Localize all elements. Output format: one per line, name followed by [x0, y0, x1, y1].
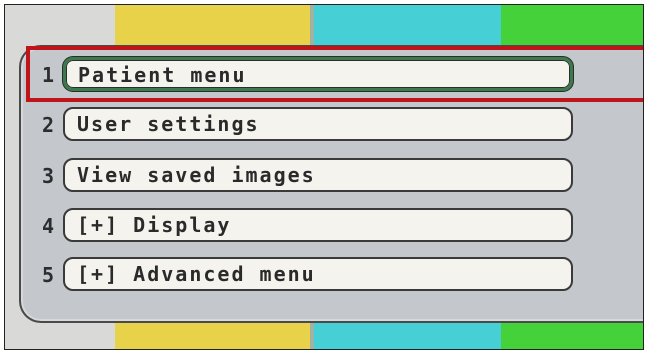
screen-frame: 1 Patient menu 2 User settings 3 View sa… — [4, 4, 644, 350]
menu-item-label: [+] Display — [77, 213, 232, 237]
menu-item-advanced-menu[interactable]: 5 [+] Advanced menu — [37, 257, 637, 293]
menu-item-view-saved-images[interactable]: 3 View saved images — [37, 158, 637, 194]
menu-item-number: 3 — [41, 164, 55, 188]
menu-item-box-selected[interactable]: Patient menu — [63, 57, 573, 91]
menu-item-box[interactable]: View saved images — [63, 158, 573, 192]
menu-item-patient-menu[interactable]: 1 Patient menu — [37, 57, 637, 93]
menu-item-box[interactable]: User settings — [63, 107, 573, 141]
menu-item-number: 5 — [41, 263, 55, 287]
menu-item-display[interactable]: 4 [+] Display — [37, 208, 637, 244]
menu-item-label: Patient menu — [78, 63, 247, 87]
main-menu-panel: 1 Patient menu 2 User settings 3 View sa… — [19, 45, 643, 323]
menu-item-box[interactable]: [+] Display — [63, 208, 573, 242]
menu-item-number: 2 — [41, 113, 55, 137]
menu-item-number: 4 — [41, 214, 55, 238]
menu-item-number: 1 — [41, 63, 55, 87]
menu-item-box[interactable]: [+] Advanced menu — [63, 257, 573, 291]
menu-item-label: [+] Advanced menu — [77, 262, 316, 286]
menu-item-label: View saved images — [77, 163, 316, 187]
menu-item-user-settings[interactable]: 2 User settings — [37, 107, 637, 143]
menu-item-label: User settings — [77, 112, 260, 136]
